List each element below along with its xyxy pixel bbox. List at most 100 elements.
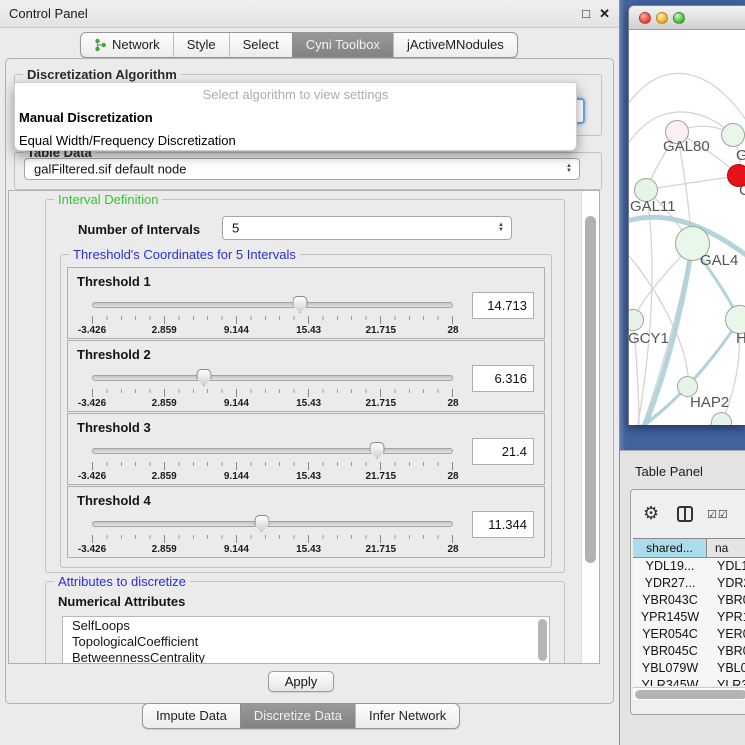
table-panel-title: Table Panel [635,464,703,479]
tab-cyni-toolbox[interactable]: Cyni Toolbox [292,33,393,57]
slider-scale: -3.426 2.859 9.144 15.43 21.715 28 [92,398,453,410]
tab-discretize-data[interactable]: Discretize Data [240,704,355,728]
network-node-label: H [736,330,745,347]
attributes-list[interactable]: SelfLoops TopologicalCoefficient Between… [62,616,550,664]
threshold-slider[interactable]: -3.426 2.859 9.144 15.43 21.715 28 [92,515,453,555]
attributes-group: Attributes to discretize Numerical Attri… [45,581,565,664]
network-window-titlebar[interactable] [629,6,745,30]
top-tab-bar: Network Style Select Cyni Toolbox jActiv… [80,32,518,58]
slider-major-ticks [92,389,453,397]
threshold-panel: Threshold 2 -3.426 2.859 9.144 [67,340,545,412]
table-row[interactable]: YLR345W YLR3 [633,677,745,686]
apply-button[interactable]: Apply [268,671,334,692]
close-icon[interactable]: ✕ [599,6,610,22]
tick-label: -3.426 [78,544,106,555]
control-panel-window: Control Panel □ ✕ Network Style Select C… [0,0,620,745]
slider-thumb[interactable] [293,296,308,313]
tick-label: 2.859 [152,544,177,555]
network-node-label: GA [736,147,745,164]
slider-thumb[interactable] [254,515,269,532]
slider-track[interactable] [92,448,453,454]
checkboxes-icon[interactable]: ☑☑ [707,508,729,521]
tick-label: -3.426 [78,398,106,409]
tab-style[interactable]: Style [173,33,229,57]
tick-label: 9.144 [224,544,249,555]
tick-label: 21.715 [366,398,397,409]
threshold-slider[interactable]: -3.426 2.859 9.144 15.43 21.715 28 [92,442,453,482]
table-data-combo-value: galFiltered.sif default node [34,162,186,177]
network-canvas[interactable]: GAL80 GA C GAL11 GAL4 GCY1 H HAP2 [629,30,745,425]
tick-label: 15.43 [296,398,321,409]
settings-scrollbar-thumb[interactable] [585,216,596,563]
bottom-tab-bar: Impute Data Discretize Data Infer Networ… [142,703,460,729]
threshold-value-field[interactable]: 11.344 [472,511,534,538]
threshold-panel: Threshold 3 -3.426 2.859 9.144 [67,413,545,485]
tick-label: 28 [447,325,458,336]
table-horizontal-scrollbar[interactable] [633,687,745,700]
popup-hint: Select algorithm to view settings [15,83,576,106]
table-row[interactable]: YER054C YER0 [633,626,745,643]
tick-label: 21.715 [366,544,397,555]
column-header-name[interactable]: na [707,539,745,557]
attribute-list-item[interactable]: TopologicalCoefficient [63,633,549,649]
number-of-intervals-combo[interactable]: 5 ▲▼ [222,216,512,240]
tick-label: 15.43 [296,544,321,555]
slider-track[interactable] [92,375,453,381]
table-row[interactable]: YBR043C YBR0 [633,592,745,609]
tab-infer-network[interactable]: Infer Network [355,704,459,728]
popup-option-manual[interactable]: Manual Discretization [15,106,576,129]
table-row[interactable]: YBL079W YBL0 [633,660,745,677]
network-node-label: GAL4 [700,252,738,269]
list-scrollbar-thumb[interactable] [538,619,547,661]
algorithm-dropdown-popup: Select algorithm to view settings Manual… [14,82,577,151]
attributes-group-title: Attributes to discretize [54,574,190,589]
network-node[interactable] [721,123,745,147]
attribute-list-item[interactable]: SelfLoops [63,617,549,633]
table-data-combo[interactable]: galFiltered.sif default node ▲▼ [24,158,580,180]
node-table: shared... na YDL19... YDL1 YDR27... YDR2 [633,538,745,686]
table-rows: YDL19... YDL1 YDR27... YDR2 YBR043C YBR0 [633,558,745,686]
column-header-shared-name[interactable]: shared... [633,539,707,557]
slider-track[interactable] [92,521,453,527]
gear-icon[interactable]: ⚙ [643,503,659,524]
number-of-intervals-label: Number of Intervals [78,222,200,237]
settings-scrollbar[interactable] [581,191,599,663]
threshold-value-field[interactable]: 6.316 [472,365,534,392]
slider-thumb[interactable] [370,442,385,459]
float-icon[interactable]: □ [582,6,590,21]
close-traffic-light-icon[interactable] [639,12,651,24]
tab-network[interactable]: Network [81,33,173,57]
tick-label: 28 [447,471,458,482]
slider-thumb[interactable] [196,369,211,386]
tick-label: 15.43 [296,325,321,336]
table-row[interactable]: YDL19... YDL1 [633,558,745,575]
table-scrollbar-thumb[interactable] [635,690,745,699]
table-row[interactable]: YBR045C YBR0 [633,643,745,660]
attribute-list-item[interactable]: BetweennessCentrality [63,649,549,664]
threshold-slider[interactable]: -3.426 2.859 9.144 15.43 21.715 28 [92,369,453,409]
threshold-value-field[interactable]: 14.713 [472,292,534,319]
threshold-slider[interactable]: -3.426 2.859 9.144 15.43 21.715 28 [92,296,453,336]
combo-arrows-icon: ▲▼ [566,164,572,174]
zoom-traffic-light-icon[interactable] [673,12,685,24]
table-row[interactable]: YDR27... YDR2 [633,575,745,592]
tab-select[interactable]: Select [229,33,292,57]
interval-definition-group: Interval Definition Number of Intervals … [45,199,565,573]
threshold-panel: Threshold 4 -3.426 2.859 9.144 [67,486,545,558]
tick-label: -3.426 [78,325,106,336]
threshold-value-field[interactable]: 21.4 [472,438,534,465]
column-layout-icon[interactable] [677,506,693,522]
tab-jactivemnodules[interactable]: jActiveMNodules [393,33,517,57]
threshold-label: Threshold 1 [77,274,151,289]
control-panel-titlebar: Control Panel □ ✕ [0,0,619,28]
algorithm-group-title: Discretization Algorithm [23,67,181,82]
table-panel: Table Panel ⚙ ☑☑ shared... na YDL19... Y… [620,450,745,745]
slider-scale: -3.426 2.859 9.144 15.43 21.715 28 [92,325,453,337]
popup-option-equal-width[interactable]: Equal Width/Frequency Discretization [15,129,576,152]
tick-label: 9.144 [224,398,249,409]
table-row[interactable]: YPR145W YPR1 [633,609,745,626]
slider-track[interactable] [92,302,453,308]
interval-definition-title: Interval Definition [54,192,162,207]
tab-impute-data[interactable]: Impute Data [143,704,240,728]
minimize-traffic-light-icon[interactable] [656,12,668,24]
